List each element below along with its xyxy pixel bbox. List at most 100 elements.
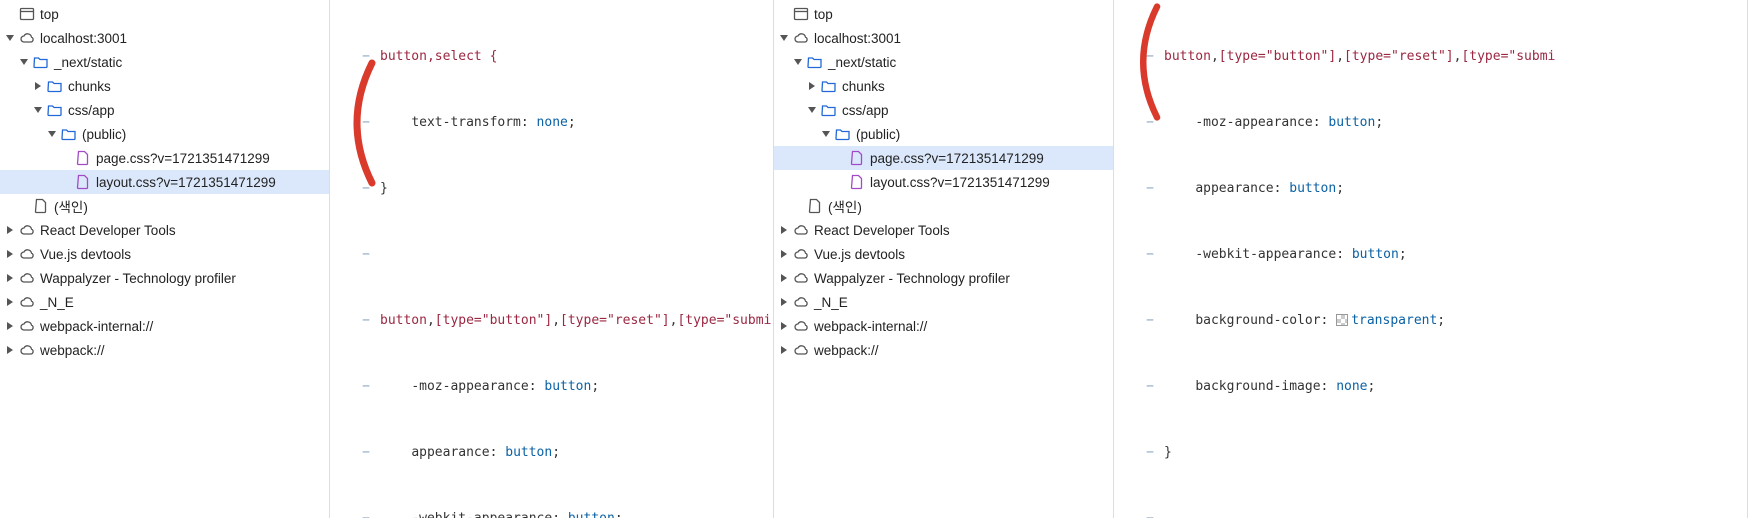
- twisty-down-icon[interactable]: [778, 32, 790, 44]
- tree-item-css-app[interactable]: css/app: [0, 98, 329, 122]
- twisty-down-icon[interactable]: [4, 32, 16, 44]
- twisty-down-icon[interactable]: [32, 104, 44, 116]
- twisty-right-icon[interactable]: [4, 248, 16, 260]
- tree-item-webpack-internal[interactable]: webpack-internal://: [774, 314, 1113, 338]
- tree-item-n-e[interactable]: _N_E: [774, 290, 1113, 314]
- tree-label: webpack://: [40, 343, 105, 358]
- tree-item-wappalyzer[interactable]: Wappalyzer - Technology profiler: [774, 266, 1113, 290]
- code-line: − -webkit-appearance: button;: [330, 508, 773, 518]
- twisty-right-icon[interactable]: [778, 248, 790, 260]
- diff-marker: −: [330, 244, 380, 266]
- code-line: − background-color: transparent;: [1114, 310, 1747, 332]
- cloud-icon: [792, 317, 810, 335]
- tree-item-next-static[interactable]: _next/static: [0, 50, 329, 74]
- twisty-right-icon[interactable]: [778, 296, 790, 308]
- tree-item-react-tools[interactable]: React Developer Tools: [0, 218, 329, 242]
- twisty-right-icon[interactable]: [4, 272, 16, 284]
- tree-item-chunks[interactable]: chunks: [0, 74, 329, 98]
- twisty-down-icon[interactable]: [18, 56, 30, 68]
- tree-item-chunks[interactable]: chunks: [774, 74, 1113, 98]
- tree-item-wappalyzer[interactable]: Wappalyzer - Technology profiler: [0, 266, 329, 290]
- blank: [4, 8, 16, 20]
- tree-label: layout.css?v=1721351471299: [96, 175, 276, 190]
- source-editor-left[interactable]: −button,select { − text-transform: none;…: [330, 0, 774, 518]
- file-icon: [848, 149, 866, 167]
- tree-label: (public): [82, 127, 126, 142]
- twisty-down-icon[interactable]: [792, 56, 804, 68]
- tree-label: _N_E: [814, 295, 848, 310]
- tree-item-index[interactable]: (색인): [774, 194, 1113, 218]
- blank: [60, 152, 72, 164]
- twisty-right-icon[interactable]: [778, 320, 790, 332]
- tree-item-layout-css[interactable]: layout.css?v=1721351471299: [774, 170, 1113, 194]
- diff-marker: −: [330, 112, 380, 134]
- source-editor-right[interactable]: −button,[type="button"],[type="reset"],[…: [1114, 0, 1748, 518]
- tree-item-host[interactable]: localhost:3001: [774, 26, 1113, 50]
- tree-label: (색인): [828, 196, 862, 216]
- tree-item-vue-tools[interactable]: Vue.js devtools: [0, 242, 329, 266]
- tree-item-page-css[interactable]: page.css?v=1721351471299: [0, 146, 329, 170]
- twisty-down-icon[interactable]: [46, 128, 58, 140]
- twisty-down-icon[interactable]: [806, 104, 818, 116]
- tree-item-css-app[interactable]: css/app: [774, 98, 1113, 122]
- twisty-right-icon[interactable]: [4, 224, 16, 236]
- tree-label: webpack-internal://: [814, 319, 927, 334]
- tree-label: localhost:3001: [814, 31, 901, 46]
- code-line: −}: [330, 178, 773, 200]
- tree-item-next-static[interactable]: _next/static: [774, 50, 1113, 74]
- blank: [834, 176, 846, 188]
- tree-label: page.css?v=1721351471299: [870, 151, 1044, 166]
- folder-icon: [834, 125, 852, 143]
- twisty-right-icon[interactable]: [4, 320, 16, 332]
- code-line: −button,select {: [330, 46, 773, 68]
- cloud-icon: [18, 269, 36, 287]
- tree-item-page-css[interactable]: page.css?v=1721351471299: [774, 146, 1113, 170]
- twisty-right-icon[interactable]: [4, 296, 16, 308]
- tree-item-public[interactable]: (public): [774, 122, 1113, 146]
- tree-item-webpack[interactable]: webpack://: [774, 338, 1113, 362]
- tree-item-top[interactable]: top: [0, 2, 329, 26]
- tree-label: localhost:3001: [40, 31, 127, 46]
- tree-label: React Developer Tools: [814, 223, 950, 238]
- twisty-right-icon[interactable]: [806, 80, 818, 92]
- tree-item-host[interactable]: localhost:3001: [0, 26, 329, 50]
- file-icon: [32, 197, 50, 215]
- diff-marker: −: [330, 46, 380, 68]
- file-icon: [74, 149, 92, 167]
- tree-item-webpack[interactable]: webpack://: [0, 338, 329, 362]
- tree-label: top: [40, 7, 59, 22]
- tree-item-vue-tools[interactable]: Vue.js devtools: [774, 242, 1113, 266]
- file-icon: [74, 173, 92, 191]
- cloud-icon: [792, 245, 810, 263]
- sources-tree-right: top localhost:3001 _next/static chunks c…: [774, 0, 1114, 518]
- twisty-right-icon[interactable]: [778, 224, 790, 236]
- twisty-right-icon[interactable]: [778, 344, 790, 356]
- file-tree[interactable]: top localhost:3001 _next/static chunks c…: [0, 0, 329, 362]
- cloud-icon: [18, 341, 36, 359]
- color-swatch-icon: [1336, 314, 1348, 326]
- tree-label: chunks: [68, 79, 111, 94]
- tree-item-webpack-internal[interactable]: webpack-internal://: [0, 314, 329, 338]
- tree-item-layout-css[interactable]: layout.css?v=1721351471299: [0, 170, 329, 194]
- code-line: −: [1114, 508, 1747, 518]
- tree-item-index[interactable]: (색인): [0, 194, 329, 218]
- tree-item-n-e[interactable]: _N_E: [0, 290, 329, 314]
- twisty-right-icon[interactable]: [4, 344, 16, 356]
- diff-marker: −: [330, 442, 380, 464]
- tree-item-react-tools[interactable]: React Developer Tools: [774, 218, 1113, 242]
- tree-label: Wappalyzer - Technology profiler: [40, 271, 236, 286]
- tree-label: _N_E: [40, 295, 74, 310]
- cloud-icon: [792, 221, 810, 239]
- tree-item-public[interactable]: (public): [0, 122, 329, 146]
- twisty-right-icon[interactable]: [778, 272, 790, 284]
- cloud-icon: [792, 29, 810, 47]
- file-tree[interactable]: top localhost:3001 _next/static chunks c…: [774, 0, 1113, 362]
- cloud-icon: [18, 293, 36, 311]
- twisty-right-icon[interactable]: [32, 80, 44, 92]
- diff-marker: −: [1114, 442, 1164, 464]
- tree-label: layout.css?v=1721351471299: [870, 175, 1050, 190]
- twisty-down-icon[interactable]: [820, 128, 832, 140]
- tree-item-top[interactable]: top: [774, 2, 1113, 26]
- diff-marker: −: [1114, 508, 1164, 518]
- code-line: −: [330, 244, 773, 266]
